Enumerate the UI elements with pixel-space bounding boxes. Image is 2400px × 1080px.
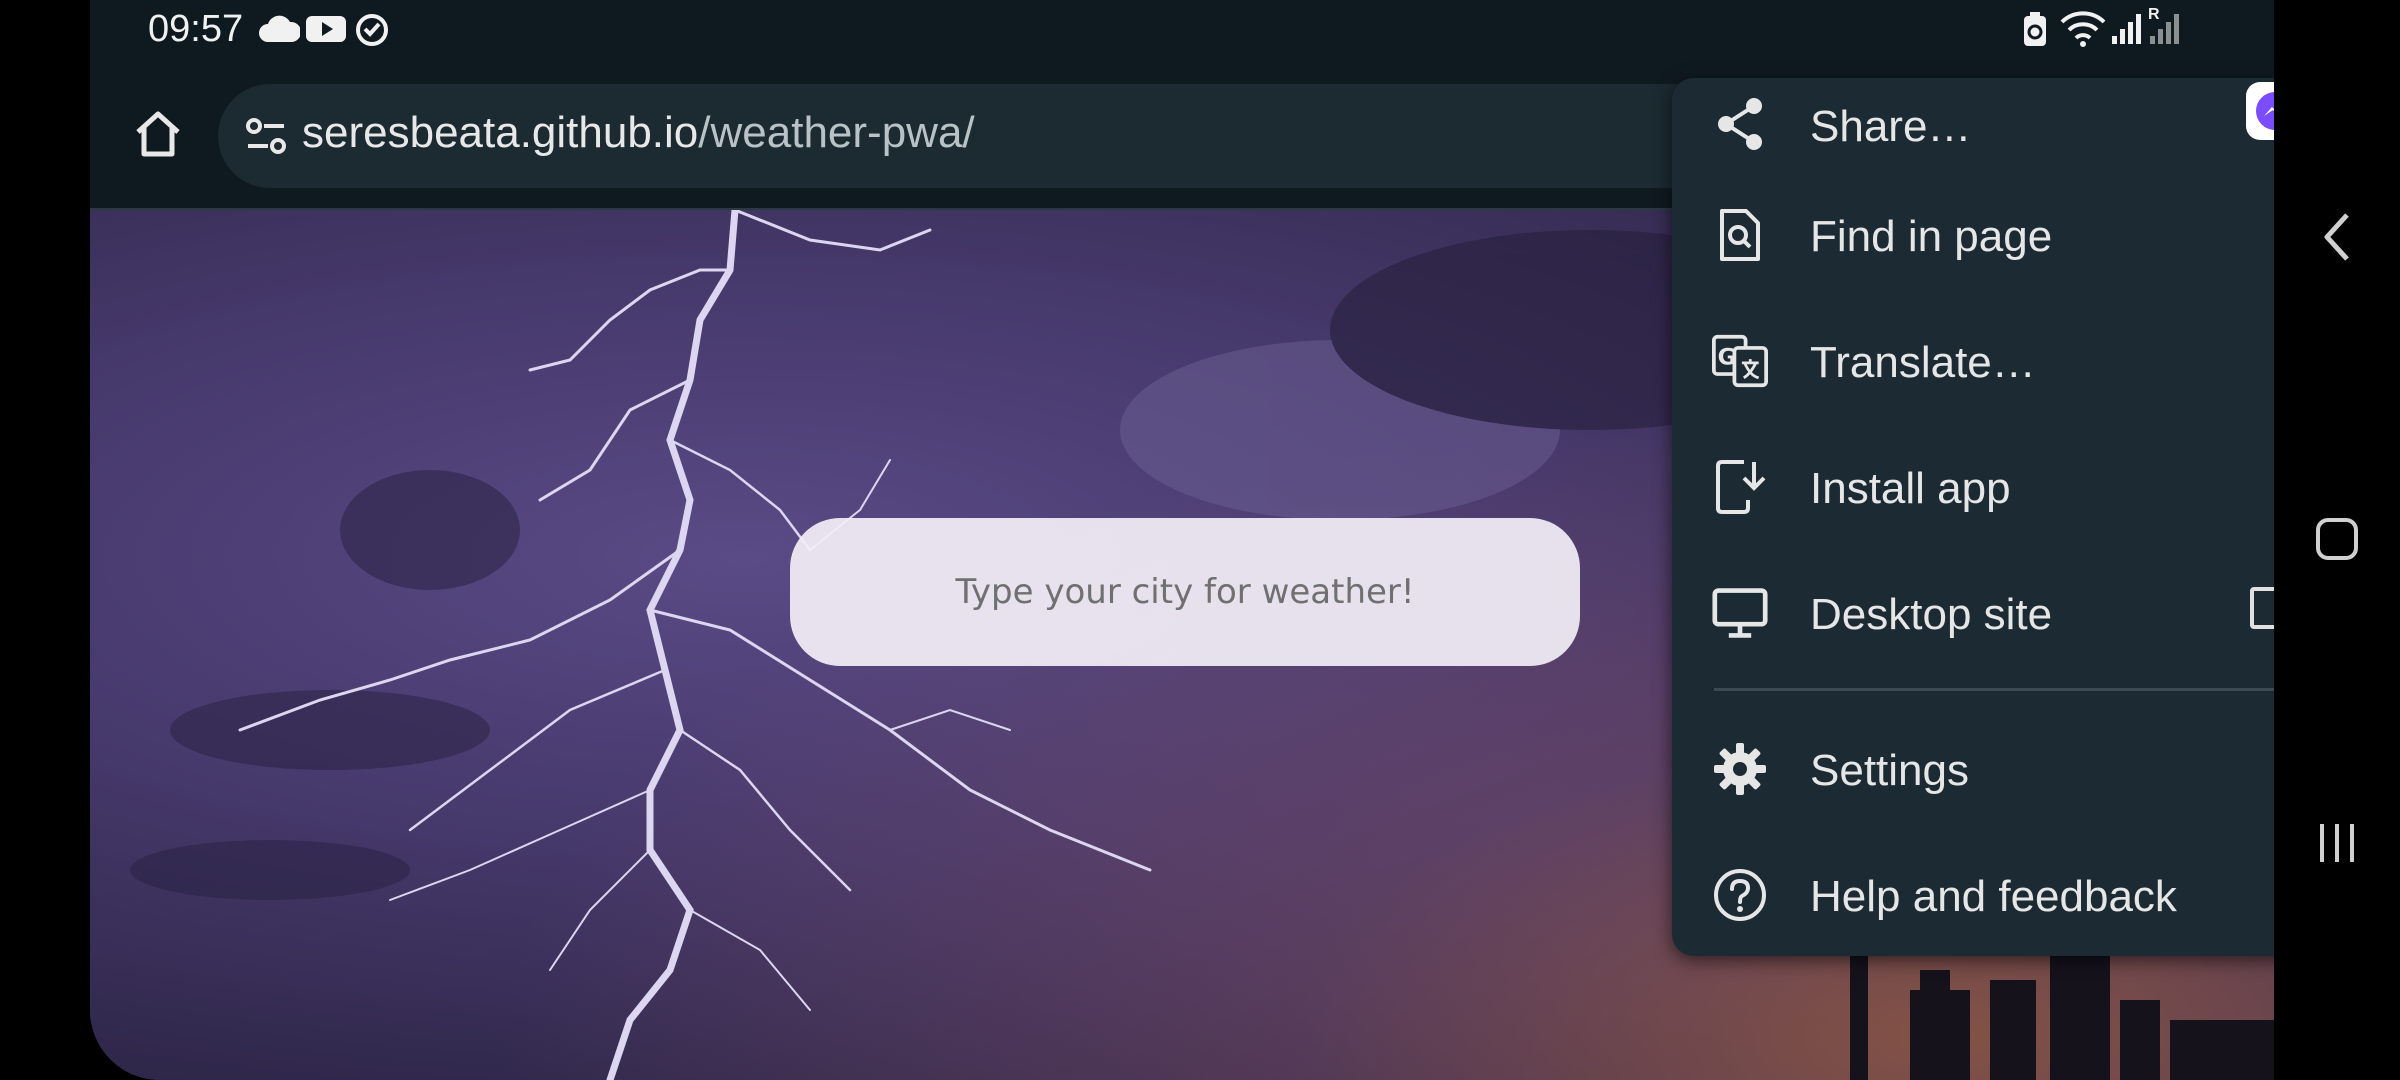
menu-divider: [1714, 688, 2274, 691]
install-app-icon: [1712, 459, 1768, 515]
svg-text:G: G: [1718, 345, 1736, 371]
address-bar[interactable]: seresbeata.github.io/weather-pwa/: [218, 84, 1918, 188]
status-time: 09:57: [148, 8, 244, 50]
youtube-icon: [306, 14, 346, 49]
url-host: seresbeata.github.io: [302, 108, 699, 157]
find-in-page-icon: [1712, 207, 1768, 263]
menu-item-share[interactable]: Share…: [1672, 78, 2274, 186]
wifi-icon: [2060, 10, 2106, 53]
recents-icon: [2320, 824, 2354, 862]
phone-screen: 09:57 R seresbeata.github.io/weather-pwa…: [90, 0, 2274, 1080]
signal-icon: [2110, 12, 2144, 51]
city-search-input[interactable]: [790, 518, 1580, 666]
activity-icon: [354, 12, 390, 53]
site-info-icon[interactable]: [238, 108, 294, 164]
menu-item-label: Share…: [1810, 102, 1972, 151]
menu-item-desktop-site[interactable]: Desktop site: [1672, 558, 2274, 668]
menu-item-label: Translate…: [1810, 338, 2036, 387]
desktop-site-checkbox[interactable]: [2250, 587, 2274, 629]
roaming-label: R: [2148, 6, 2160, 23]
url-path: /weather-pwa/: [698, 108, 975, 157]
back-icon: [2324, 213, 2349, 261]
recents-button[interactable]: [2304, 810, 2370, 876]
home-button[interactable]: [126, 102, 190, 166]
menu-item-settings[interactable]: Settings: [1672, 714, 2274, 824]
menu-item-label: Find in page: [1810, 212, 2053, 261]
city-skyline-image: [1850, 940, 2274, 1080]
menu-item-install-app[interactable]: Install app: [1672, 432, 2274, 542]
menu-item-label: Install app: [1810, 464, 2011, 513]
roaming-signal-icon: R: [2148, 6, 2182, 51]
system-nav-bar: [2274, 0, 2400, 1080]
menu-item-label: Settings: [1810, 746, 1969, 795]
url-text[interactable]: seresbeata.github.io/weather-pwa/: [302, 108, 975, 158]
messenger-icon[interactable]: [2246, 82, 2274, 140]
menu-item-find-in-page[interactable]: Find in page: [1672, 180, 2274, 290]
back-button[interactable]: [2304, 204, 2370, 270]
home-nav-button[interactable]: [2304, 506, 2370, 572]
translate-icon: G: [1712, 333, 1768, 389]
home-icon: [2316, 518, 2358, 560]
menu-item-label: Desktop site: [1810, 590, 2053, 639]
house-icon: [136, 111, 180, 157]
desktop-icon: [1712, 585, 1768, 641]
menu-item-label: Help and feedback: [1810, 872, 2177, 921]
overflow-menu: Share… Find in page G Translate… Install…: [1672, 78, 2274, 956]
menu-item-translate[interactable]: G Translate…: [1672, 306, 2274, 416]
status-bar: 09:57 R: [90, 0, 2274, 62]
share-icon: [1712, 96, 1768, 152]
cloud-icon: [258, 14, 302, 49]
battery-saver-icon: [2022, 12, 2048, 53]
gear-icon: [1712, 741, 1768, 797]
menu-item-help-and-feedback[interactable]: Help and feedback: [1672, 840, 2274, 950]
help-icon: [1712, 867, 1768, 923]
